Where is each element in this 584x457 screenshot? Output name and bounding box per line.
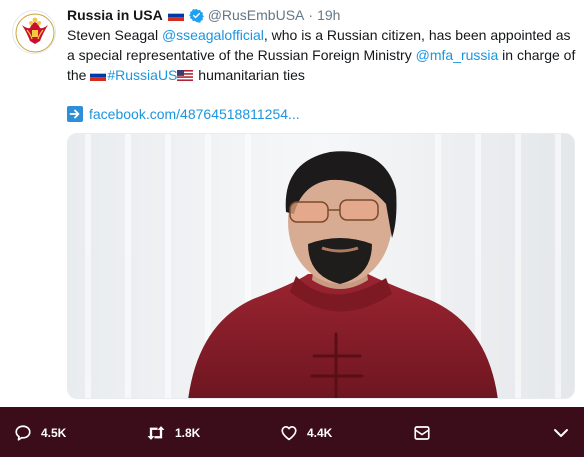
reply-icon: [15, 425, 31, 441]
usa-flag-icon: [177, 70, 194, 81]
mention-link[interactable]: @sseagalofficial: [162, 27, 264, 43]
tweet-text-part: humanitarian ties: [194, 67, 305, 83]
right-arrow-icon: [67, 106, 83, 122]
separator-dot: ·: [308, 7, 314, 23]
tweet-photo[interactable]: [67, 133, 575, 399]
reply-count: 4.5K: [41, 426, 67, 440]
more-options-button[interactable]: [552, 424, 570, 442]
tweet-text-part: Steven Seagal: [67, 27, 162, 43]
russia-flag-icon: [167, 9, 184, 21]
hashtag-link[interactable]: #RussiaUS: [107, 67, 177, 83]
tweet-header: Russia in USA @RusEmbUSA · 19h: [67, 6, 340, 24]
like-count: 4.4K: [307, 426, 333, 440]
like-button[interactable]: 4.4K: [280, 424, 332, 442]
retweet-count: 1.8K: [175, 426, 201, 440]
russia-flag-icon: [90, 70, 107, 81]
photo-image: [68, 134, 574, 398]
envelope-icon: [414, 426, 430, 440]
reply-button[interactable]: 4.5K: [14, 424, 66, 442]
retweet-button[interactable]: 1.8K: [146, 424, 200, 442]
chevron-down-icon: [554, 429, 568, 437]
account-avatar[interactable]: [12, 10, 56, 54]
timestamp[interactable]: 19h: [317, 7, 340, 23]
mention-link[interactable]: @mfa_russia: [416, 47, 499, 63]
facebook-link[interactable]: facebook.com/48764518811254...: [89, 106, 300, 122]
external-link-line[interactable]: facebook.com/48764518811254...: [67, 104, 300, 124]
retweet-icon: [147, 426, 165, 440]
direct-message-button[interactable]: [413, 424, 431, 442]
account-handle[interactable]: @RusEmbUSA: [208, 7, 305, 23]
tweet[interactable]: Russia in USA @RusEmbUSA · 19h Steven Se…: [0, 0, 584, 407]
russian-coat-of-arms-icon: [14, 12, 55, 53]
heart-icon: [281, 426, 297, 441]
tweet-text: Steven Seagal @sseagalofficial, who is a…: [67, 25, 579, 85]
tweet-action-bar: 4.5K 1.8K 4.4K: [0, 407, 584, 457]
display-name[interactable]: Russia in USA: [67, 7, 163, 23]
verified-badge-icon: [188, 8, 204, 23]
